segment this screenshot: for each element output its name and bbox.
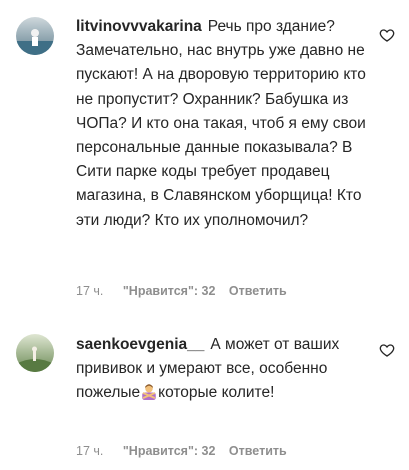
user-avatar-icon [16, 17, 54, 55]
comment-text: Речь про здание? Замечательно, нас внутр… [76, 18, 366, 229]
comment-item: saenkoevgenia__ А может от ваших прививок… [0, 320, 409, 470]
heart-outline-icon[interactable] [379, 27, 395, 43]
comment-likes-count[interactable]: "Нравится": 32 [123, 284, 216, 298]
reply-button[interactable]: Ответить [229, 444, 287, 458]
comment-item: litvinovvvakarina Речь про здание? Замеча… [0, 0, 409, 300]
comment-body: litvinovvvakarina Речь про здание? Замеча… [76, 15, 376, 233]
person-gesturing-no-emoji [142, 384, 156, 401]
heart-outline-icon[interactable] [379, 342, 395, 358]
comment-text-continued: которые колите! [158, 384, 275, 402]
comment-meta: 17 ч. "Нравится": 32 Ответить [76, 444, 287, 458]
avatar[interactable] [16, 17, 54, 55]
reply-button[interactable]: Ответить [229, 284, 287, 298]
avatar[interactable] [16, 334, 54, 372]
user-avatar-icon [16, 334, 54, 372]
comment-body: saenkoevgenia__ А может от ваших прививок… [76, 333, 376, 406]
comment-username[interactable]: saenkoevgenia__ [76, 336, 204, 353]
comment-likes-count[interactable]: "Нравится": 32 [123, 444, 216, 458]
comment-timestamp[interactable]: 17 ч. [76, 284, 103, 298]
comment-username[interactable]: litvinovvvakarina [76, 18, 202, 35]
comment-timestamp[interactable]: 17 ч. [76, 444, 103, 458]
comment-meta: 17 ч. "Нравится": 32 Ответить [76, 284, 287, 298]
